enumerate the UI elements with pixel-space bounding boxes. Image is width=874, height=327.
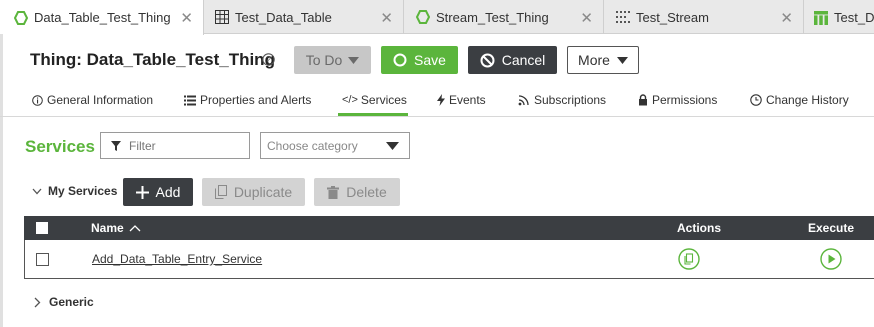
todo-label: To Do [305,52,343,68]
tab-stream-test-thing[interactable]: Stream_Test_Thing ✕ [404,0,604,34]
clock-icon [750,94,762,106]
delete-label: Delete [346,184,387,200]
tab-label: Stream_Test_Thing [436,9,549,25]
tab-strip: Data_Table_Test_Thing ✕ Test_Data_Table … [0,0,874,35]
chevron-down-icon [32,188,42,194]
service-name-link[interactable]: Add_Data_Table_Entry_Service [92,252,262,266]
svg-text:?: ? [266,55,271,65]
filter-input[interactable] [129,138,239,153]
more-label: More [578,52,610,68]
tab-label: Test_Stream [636,9,709,25]
tab-test-data-table[interactable]: Test_Data_Table ✕ [204,0,404,34]
close-icon[interactable]: ✕ [780,9,793,27]
tab-label: Data_Table_Test_Thing [34,10,171,25]
duplicate-label: Duplicate [233,184,293,200]
filter-icon [111,140,121,151]
subnav-label: Services [360,93,407,107]
tab-subscriptions[interactable]: Subscriptions [518,91,606,109]
caret-down-icon [616,56,628,64]
tab-services[interactable]: </> Services [342,91,407,109]
execute-column-header: Execute [808,221,855,235]
execute-play-icon[interactable] [820,248,842,270]
table-row[interactable]: Add_Data_Table_Entry_Service [24,240,874,279]
info-icon [32,94,43,106]
tab-data-table-test-thing[interactable]: Data_Table_Test_Thing ✕ [0,0,204,35]
my-services-toggle[interactable]: My Services [32,184,117,198]
subnav-label: General Information [47,93,154,107]
subnav-label: Subscriptions [534,93,607,107]
generic-services-toggle[interactable]: Generic [34,295,94,309]
services-heading: Services [25,137,95,156]
add-label: Add [155,184,181,200]
duplicate-button[interactable]: Duplicate [202,178,305,206]
data-table-icon [215,10,229,24]
name-column-header[interactable]: Name [91,221,141,235]
lightning-icon [437,94,445,106]
generic-label: Generic [49,295,94,309]
subnav-label: Change History [766,93,849,107]
tab-test-stream[interactable]: Test_Stream ✕ [604,0,804,34]
stream-icon [616,10,630,24]
circle-icon [393,53,407,67]
cancel-label: Cancel [501,52,546,68]
close-icon[interactable]: ✕ [580,9,593,27]
subnav-label: Properties and Alerts [200,93,312,107]
my-services-label: My Services [48,184,118,198]
code-icon: </> [342,94,358,106]
more-dropdown-button[interactable]: More [567,46,639,74]
duplicate-icon [214,185,227,199]
filter-field[interactable] [100,132,250,159]
tab-label: Test_Da [834,9,874,25]
thing-hexagon-icon [416,10,430,24]
list-icon [184,95,196,105]
thing-hexagon-icon [14,10,28,25]
tab-events[interactable]: Events [437,91,486,109]
tab-properties-and-alerts[interactable]: Properties and Alerts [184,91,311,109]
data-table-green-icon [814,10,828,25]
category-placeholder: Choose category [267,138,358,153]
caret-down-icon [386,142,399,150]
tab-test-da[interactable]: Test_Da [804,0,874,34]
close-icon[interactable]: ✕ [180,9,193,27]
subnav-label: Events [449,93,486,107]
tab-permissions[interactable]: Permissions [638,91,717,109]
plus-icon [135,185,149,199]
lock-icon [639,94,647,106]
category-select[interactable]: Choose category [260,132,410,159]
select-all-checkbox[interactable] [36,222,48,234]
sort-ascending-icon [129,224,141,231]
tab-change-history[interactable]: Change History [750,91,849,109]
name-column-label: Name [91,221,124,235]
actions-column-header: Actions [677,221,722,235]
cancel-circle-icon [480,53,495,67]
services-table-header: Name Actions Execute [24,216,874,240]
save-label: Save [414,52,446,68]
subnav-divider [0,116,874,117]
trash-icon [327,185,340,199]
close-icon[interactable]: ✕ [380,9,393,27]
left-edge-divider [0,34,3,327]
chevron-right-icon [34,297,41,307]
add-button[interactable]: Add [123,178,193,206]
row-checkbox[interactable] [36,253,49,266]
caret-down-icon [348,56,360,64]
help-icon[interactable]: ? [262,53,275,66]
delete-button[interactable]: Delete [314,178,400,206]
save-button[interactable]: Save [381,46,458,74]
tab-label: Test_Data_Table [235,9,332,25]
subscription-icon [518,95,529,106]
tab-general-information[interactable]: General Information [32,91,153,109]
copy-service-icon[interactable] [678,248,700,270]
page-title: Thing: Data_Table_Test_Thing [30,50,275,69]
todo-dropdown-button[interactable]: To Do [294,46,371,74]
subnav-label: Permissions [652,93,718,107]
cancel-button[interactable]: Cancel [468,46,557,74]
